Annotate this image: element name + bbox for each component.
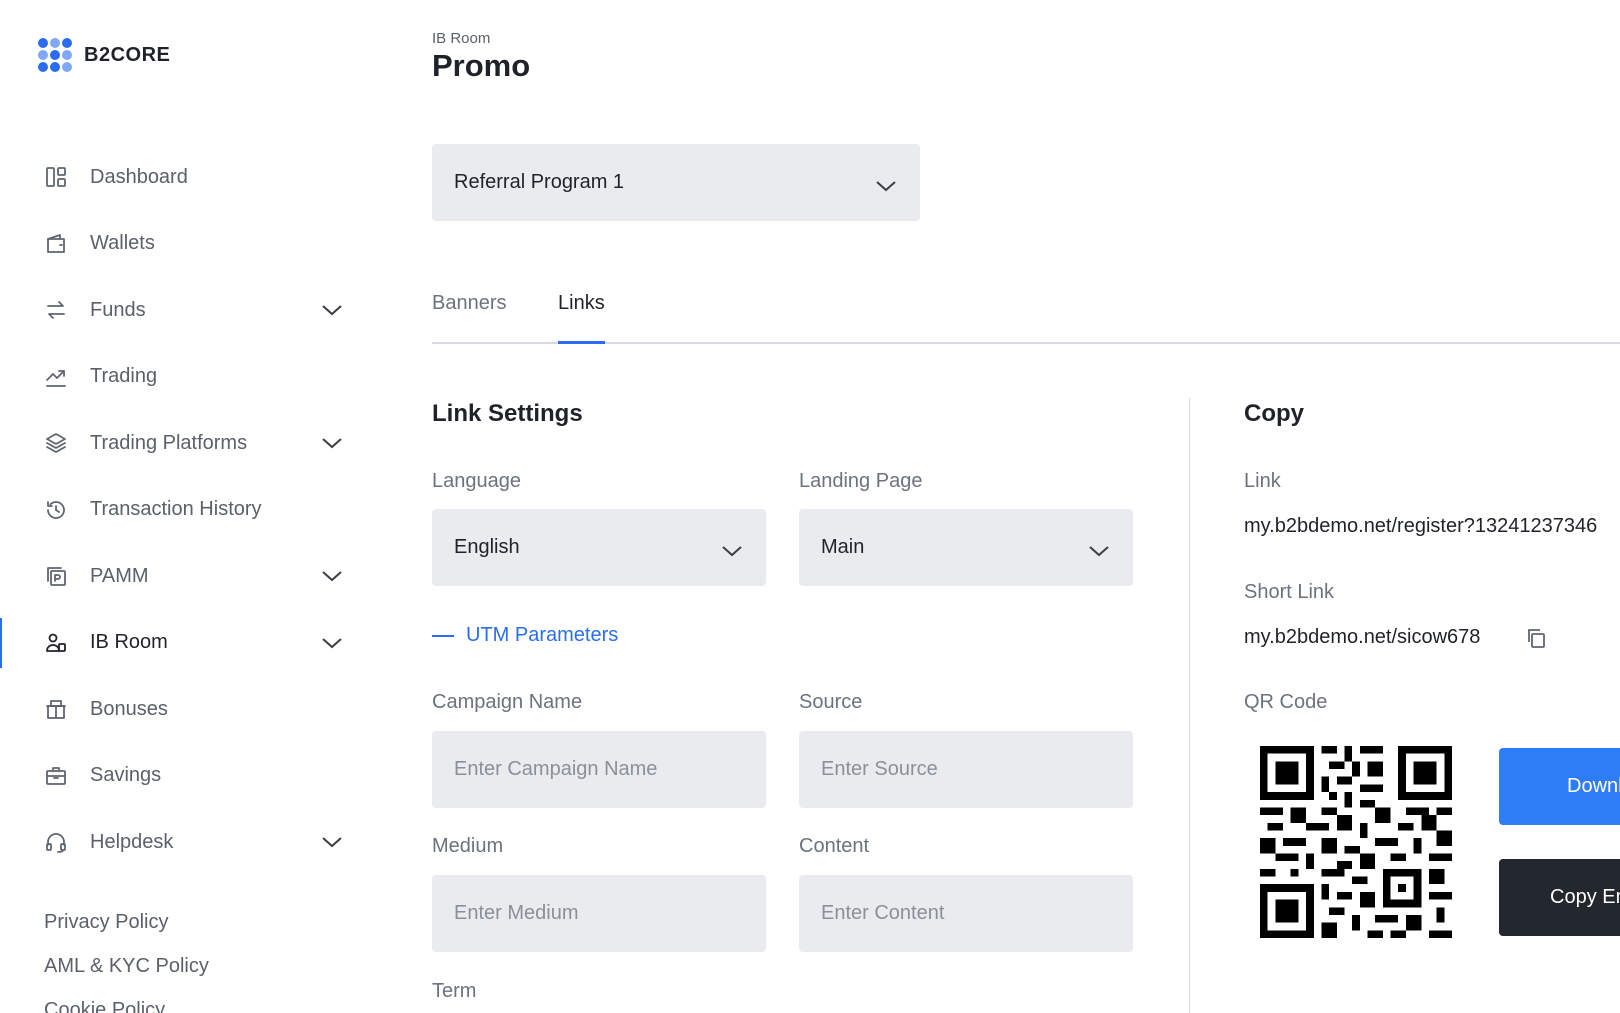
short-link-label: Short Link [1244,581,1335,603]
chevron-down-icon[interactable] [320,834,344,850]
sidebar-item-trading-platforms[interactable]: Trading Platforms [0,410,380,477]
wallet-icon [44,232,68,256]
aml-kyc-policy-link[interactable]: AML & KYC Policy [44,954,209,998]
logo-mark-icon [38,38,72,72]
briefcase-icon [44,764,68,788]
tab-banners[interactable]: Banners [432,292,507,342]
term-label: Term [432,980,477,1002]
sidebar-item-label: Funds [90,298,146,321]
chevron-down-icon[interactable] [320,435,344,451]
sidebar-item-label: Dashboard [90,165,188,188]
sidebar-item-trading[interactable]: Trading [0,344,380,411]
sidebar-item-dashboard[interactable]: Dashboard [0,144,380,211]
language-select[interactable]: English [432,509,766,586]
sidebar-item-helpdesk[interactable]: Helpdesk [0,809,380,876]
campaign-name-label: Campaign Name [432,691,583,713]
sidebar-item-label: PAMM [90,564,149,587]
copy-icon[interactable] [1524,626,1548,650]
sidebar-item-funds[interactable]: Funds [0,277,380,344]
short-link-value[interactable]: my.b2bdemo.net/sicow678 [1244,626,1480,649]
sidebar-item-wallets[interactable]: Wallets [0,211,380,278]
sidebar-item-label: Helpdesk [90,830,174,853]
link-label: Link [1244,470,1281,492]
source-input[interactable] [799,731,1133,808]
language-select-value: English [454,536,520,558]
content-input[interactable] [799,875,1133,952]
copy-title: Copy [1244,400,1304,427]
utm-parameters-toggle[interactable]: UTM Parameters [432,624,618,647]
chevron-down-icon [720,541,744,556]
sidebar-item-transaction-history[interactable]: Transaction History [0,477,380,544]
landing-page-select-value: Main [821,536,865,558]
sidebar-item-label: Trading [90,365,158,388]
sidebar-item-savings[interactable]: Savings [0,743,380,810]
sidebar: B2CORE Dashboard Wallets Funds Trading T… [0,0,380,1013]
sidebar-item-bonuses[interactable]: Bonuses [0,676,380,743]
sidebar-item-ib-room[interactable]: IB Room [0,610,380,677]
chevron-down-icon[interactable] [320,635,344,651]
utm-parameters-label: UTM Parameters [466,624,619,646]
landing-page-select[interactable]: Main [799,509,1133,586]
ib-room-icon [44,631,68,655]
sidebar-item-pamm[interactable]: PAMM [0,543,380,610]
headset-icon [44,830,68,854]
brand-name: B2CORE [84,43,171,66]
medium-input[interactable] [432,875,766,952]
transfer-arrows-icon [44,298,68,322]
language-label: Language [432,470,521,492]
trending-up-icon [44,365,68,389]
qr-code-image [1260,746,1452,938]
program-select-value: Referral Program 1 [454,171,625,193]
campaign-name-input[interactable] [432,731,766,808]
chevron-down-icon [1087,541,1111,556]
dashboard-icon [44,165,68,189]
collapse-dash-icon [432,634,454,637]
sidebar-item-label: Wallets [90,232,155,255]
landing-page-label: Landing Page [799,470,923,492]
page-title: Promo [432,48,531,83]
sidebar-item-label: Trading Platforms [90,431,248,454]
footer-links: Privacy Policy AML & KYC Policy Cookie P… [44,910,209,1013]
column-divider [1189,398,1190,1013]
chevron-down-icon [874,176,898,191]
breadcrumb[interactable]: IB Room [432,30,490,47]
sidebar-item-label: Bonuses [90,697,168,720]
medium-label: Medium [432,835,504,857]
brand-logo[interactable]: B2CORE [38,38,170,72]
layers-icon [44,431,68,455]
tab-links[interactable]: Links [558,292,605,344]
download-qr-button[interactable]: Download [1499,748,1620,825]
history-icon [44,498,68,522]
gift-icon [44,697,68,721]
content-label: Content [799,835,870,857]
chevron-down-icon[interactable] [320,568,344,584]
qr-code-label: QR Code [1244,691,1328,713]
tab-bar: Banners Links [432,280,1620,344]
chevron-down-icon[interactable] [320,302,344,318]
sidebar-nav: Dashboard Wallets Funds Trading Trading … [0,144,380,876]
copy-embed-code-button[interactable]: Copy Embed Code [1499,859,1620,936]
link-value[interactable]: my.b2bdemo.net/register?13241237346 [1244,515,1597,538]
privacy-policy-link[interactable]: Privacy Policy [44,910,209,954]
sidebar-item-label: Savings [90,764,162,787]
pamm-icon [44,564,68,588]
link-settings-title: Link Settings [432,400,583,427]
cookie-policy-link[interactable]: Cookie Policy [44,998,209,1013]
sidebar-item-label: Transaction History [90,498,262,521]
program-select[interactable]: Referral Program 1 [432,144,920,221]
source-label: Source [799,691,863,713]
sidebar-item-label: IB Room [90,631,168,654]
